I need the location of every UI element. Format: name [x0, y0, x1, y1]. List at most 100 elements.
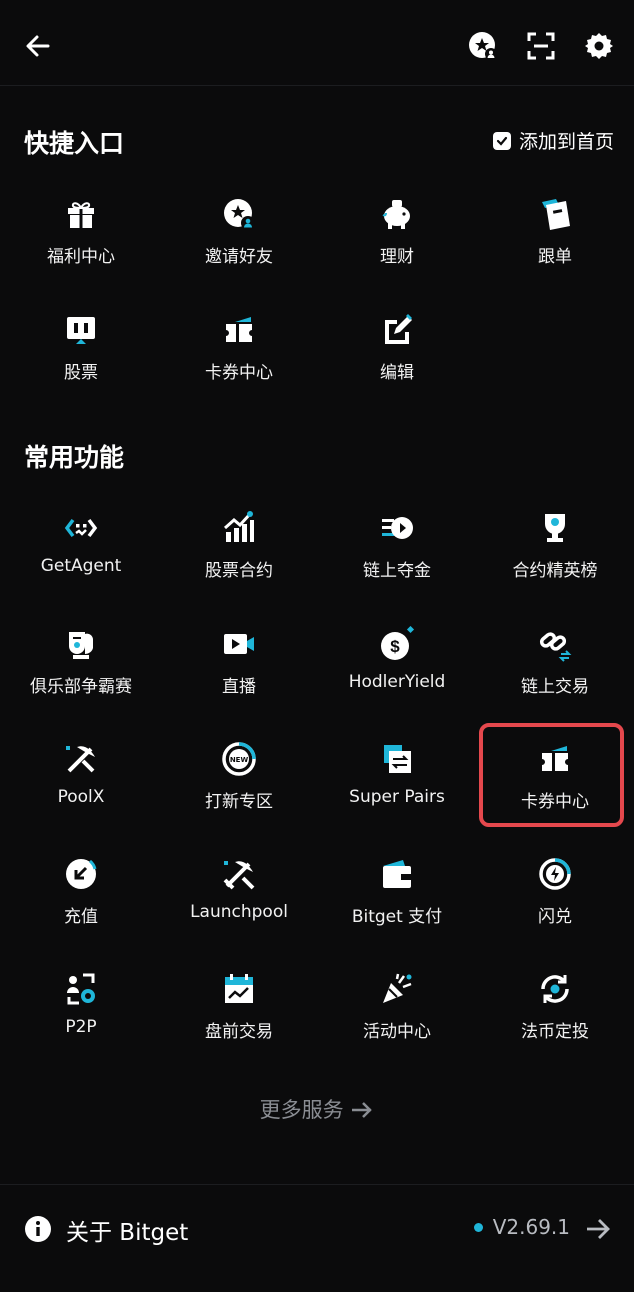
pickaxe-icon: [66, 746, 95, 773]
onchain-rush-icon: [382, 517, 413, 539]
feature-getagent[interactable]: GetAgent: [2, 510, 160, 610]
update-dot: [473, 1222, 483, 1232]
feature-label: 打新专区: [205, 792, 273, 812]
quick-item-label: 理财: [380, 247, 414, 267]
feature-launchpool[interactable]: Launchpool: [160, 856, 318, 956]
stock-futures-icon: [224, 511, 254, 542]
feature-label: 直播: [222, 677, 256, 697]
feature-label: 充值: [64, 907, 98, 927]
quick-item-label: 编辑: [380, 363, 414, 383]
arrow-right-icon: [352, 1102, 373, 1118]
quick-item-finance[interactable]: 理财: [318, 196, 476, 296]
feature-fiat-recurring[interactable]: 法币定投: [476, 971, 634, 1071]
feature-poolx[interactable]: PoolX: [2, 741, 160, 841]
link-exchange-icon: [539, 632, 572, 662]
feature-deposit[interactable]: 充值: [2, 856, 160, 956]
highlight-box: [479, 723, 624, 827]
quick-item-label: 卡券中心: [205, 363, 273, 383]
about-footer[interactable]: 关于 Bitget V2.69.1: [0, 1184, 634, 1292]
feature-label: Bitget 支付: [351, 907, 443, 927]
checkbox-checked-icon[interactable]: [492, 131, 511, 150]
coupon-icon: [226, 317, 252, 342]
quick-access-title: 快捷入口: [24, 129, 125, 158]
arrow-right-icon[interactable]: [584, 1215, 612, 1243]
feature-hodleryield[interactable]: $ HodlerYield: [318, 626, 476, 726]
quick-item-coupon-center[interactable]: 卡券中心: [160, 312, 318, 412]
feature-label: 链上夺金: [363, 561, 431, 581]
feature-label: GetAgent: [40, 556, 122, 576]
back-arrow-icon[interactable]: [22, 30, 54, 62]
feature-pre-market[interactable]: 盘前交易: [160, 971, 318, 1071]
quick-item-stocks[interactable]: 股票: [2, 312, 160, 412]
svg-text:$: $: [390, 637, 400, 656]
launchpool-icon: [223, 861, 255, 890]
feature-live[interactable]: 直播: [160, 626, 318, 726]
version-label: V2.69.1: [492, 1215, 570, 1239]
edit-icon: [385, 314, 412, 344]
feature-label: 盘前交易: [205, 1022, 273, 1042]
about-bitget-label: 关于 Bitget: [66, 1220, 189, 1246]
scan-icon[interactable]: [525, 30, 557, 62]
feature-flash-swap[interactable]: 闪兑: [476, 856, 634, 956]
more-services-label: 更多服务: [259, 1098, 344, 1122]
feature-label: HodlerYield: [348, 672, 446, 692]
feature-activity-center[interactable]: 活动中心: [318, 971, 476, 1071]
feature-label: 活动中心: [363, 1022, 431, 1042]
top-bar: [0, 0, 634, 86]
p2p-icon: [67, 973, 95, 1005]
quick-item-copy-trade[interactable]: 跟单: [476, 196, 634, 296]
feature-label: 股票合约: [205, 561, 273, 581]
agent-icon: [64, 518, 98, 538]
version-info: V2.69.1: [473, 1215, 570, 1239]
quick-item-label: 邀请好友: [205, 247, 273, 267]
feature-onchain-rush[interactable]: 链上夺金: [318, 510, 476, 610]
deposit-icon: [66, 859, 97, 889]
svg-text:NEW: NEW: [230, 756, 249, 764]
more-services-link[interactable]: 更多服务: [0, 1094, 634, 1124]
trophy-icon: [545, 514, 565, 542]
new-listing-icon: NEW: [222, 742, 256, 776]
add-to-home-toggle[interactable]: 添加到首页: [492, 127, 614, 154]
feature-new-listing[interactable]: NEW 打新专区: [160, 741, 318, 841]
feature-label: 闪兑: [538, 907, 572, 927]
feature-label: PoolX: [57, 787, 105, 807]
super-pairs-icon: [384, 745, 411, 773]
party-popper-icon: [383, 973, 412, 1003]
info-icon: [25, 1216, 51, 1242]
feature-super-pairs[interactable]: Super Pairs: [318, 741, 476, 841]
feature-label: 合约精英榜: [512, 561, 598, 581]
copy-trade-icon: [542, 199, 570, 230]
recurring-buy-icon: [541, 975, 569, 1003]
add-to-home-label: 添加到首页: [518, 131, 614, 153]
wallet-icon: [383, 860, 411, 888]
feature-club-battle[interactable]: 俱乐部争霸赛: [2, 626, 160, 726]
live-video-icon: [224, 634, 254, 654]
club-battle-icon: [69, 632, 94, 659]
feature-label: Super Pairs: [349, 787, 445, 807]
feature-onchain-trade[interactable]: 链上交易: [476, 626, 634, 726]
quick-item-edit[interactable]: 编辑: [318, 312, 476, 412]
feature-label: Launchpool: [190, 902, 288, 922]
feature-futures-elite[interactable]: 合约精英榜: [476, 510, 634, 610]
common-features-title: 常用功能: [24, 443, 125, 472]
quick-item-label: 股票: [64, 363, 98, 383]
settings-gear-icon[interactable]: [583, 30, 615, 62]
flash-swap-icon: [539, 858, 571, 890]
quick-item-label: 福利中心: [47, 247, 115, 267]
gift-icon: [68, 202, 94, 228]
invite-friends-icon: [224, 199, 255, 230]
feature-stock-futures[interactable]: 股票合约: [160, 510, 318, 610]
feature-label: 法币定投: [521, 1022, 589, 1042]
feature-label: 链上交易: [521, 677, 589, 697]
stocks-icon: [67, 317, 95, 344]
quick-item-label: 跟单: [538, 247, 572, 267]
quick-item-invite-friends[interactable]: 邀请好友: [160, 196, 318, 296]
quick-item-welfare-center[interactable]: 福利中心: [2, 196, 160, 296]
feature-label: P2P: [65, 1017, 97, 1037]
piggy-bank-icon: [382, 200, 410, 229]
dollar-icon: $: [381, 626, 415, 660]
calendar-chart-icon: [225, 974, 253, 1003]
feature-p2p[interactable]: P2P: [2, 971, 160, 1071]
feature-bitget-pay[interactable]: Bitget 支付: [318, 856, 476, 956]
favorites-user-icon[interactable]: [467, 30, 499, 62]
